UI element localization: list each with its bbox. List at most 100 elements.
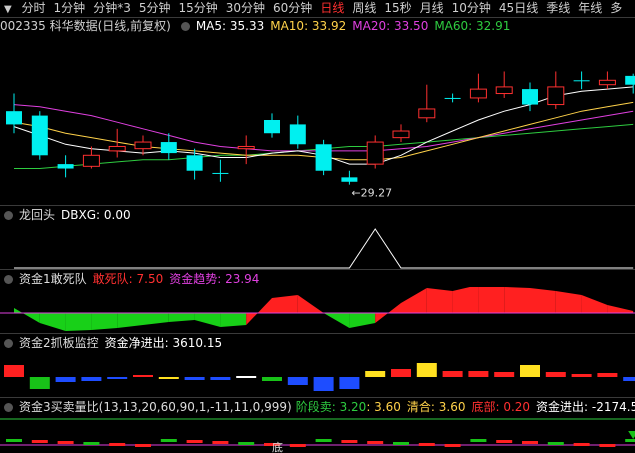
dare-area <box>194 313 221 327</box>
period-tab-5[interactable]: 30分钟 <box>222 0 269 17</box>
candle-body <box>495 86 513 95</box>
candlestick-chart[interactable]: ←29.27 <box>0 35 635 205</box>
monitor-bar <box>107 377 128 379</box>
candle-body <box>469 88 487 99</box>
buysell-bar <box>212 441 229 444</box>
low-annotation: ←29.27 <box>351 187 392 200</box>
candle-body <box>444 97 461 99</box>
buysell-bar <box>367 441 384 444</box>
buysell-bar <box>135 444 151 447</box>
panel-settings-icon[interactable] <box>4 339 13 348</box>
monitor-bar <box>287 377 308 385</box>
monitor-bar <box>545 372 566 377</box>
bottom-label: 底部: 0.20 <box>471 400 531 414</box>
monitor-bar <box>133 375 153 377</box>
clear-label: 清合: 3.60 <box>406 400 466 414</box>
stage-sell-value: : 3.60 <box>366 400 401 414</box>
monitor-bar <box>313 377 334 391</box>
period-tab-3[interactable]: 5分钟 <box>135 0 175 17</box>
monitor-bar <box>55 377 76 382</box>
period-tab-7[interactable]: 日线 <box>316 0 348 17</box>
ma10-label: MA10: 33.92 <box>270 19 347 33</box>
monitor-bar <box>442 371 463 377</box>
dare-chart[interactable] <box>0 287 635 333</box>
stock-title: 002335 科华数据(日线,前复权) <box>0 19 171 33</box>
candle-body <box>573 80 590 82</box>
menu-triangle-icon[interactable]: ▼ <box>4 4 12 15</box>
buysell-title: 资金3买卖量比(13,13,20,60,90,1,-11,11,0,999) <box>19 400 292 414</box>
dare-area <box>504 287 530 313</box>
period-tab-8[interactable]: 周线 <box>348 0 380 17</box>
period-tab-6[interactable]: 60分钟 <box>269 0 316 17</box>
period-tab-0[interactable]: 分时 <box>18 0 50 17</box>
monitor-panel-header: 资金2抓板监控 资金净进出: 3610.15 <box>0 335 635 351</box>
dragon-chart[interactable] <box>0 223 635 269</box>
candle-body <box>522 89 538 105</box>
candle-body <box>625 75 635 85</box>
monitor-bar <box>416 363 437 377</box>
dragon-value: DBXG: 0.00 <box>61 208 131 222</box>
buysell-bar <box>547 442 564 445</box>
dare-area <box>426 288 453 313</box>
monitor-chart[interactable] <box>0 351 635 397</box>
trend-label: 资金趋势: 23.94 <box>169 272 260 286</box>
monitor-value: 资金净进出: 3610.15 <box>104 336 223 350</box>
buysell-bar <box>393 442 409 445</box>
dare-area <box>452 287 479 313</box>
dare-area <box>581 295 608 313</box>
buysell-chart[interactable]: 底 <box>0 415 635 453</box>
period-tab-9[interactable]: 15秒 <box>380 0 415 17</box>
monitor-bar <box>81 377 102 381</box>
monitor-bar <box>494 372 515 377</box>
settings-dot-icon[interactable] <box>180 22 190 31</box>
monitor-bar <box>597 373 618 377</box>
period-tab-11[interactable]: 10分钟 <box>448 0 495 17</box>
main-chart-header: 002335 科华数据(日线,前复权) MA5: 35.33 MA10: 33.92… <box>0 18 635 34</box>
monitor-bar <box>520 365 540 377</box>
monitor-bar <box>623 377 635 381</box>
panel-settings-icon[interactable] <box>4 275 13 284</box>
dare-area <box>220 313 247 327</box>
period-tab-15[interactable]: 多 <box>606 0 626 17</box>
down-arrow-icon <box>628 431 635 439</box>
candle-body <box>6 111 22 125</box>
candle-body <box>82 154 100 167</box>
dare-area <box>555 291 582 313</box>
ma20-label: MA20: 33.50 <box>352 19 429 33</box>
candle-body <box>237 145 255 150</box>
candle-body <box>366 141 384 165</box>
period-tab-2[interactable]: 分钟*3 <box>89 0 135 17</box>
period-tab-14[interactable]: 年线 <box>574 0 606 17</box>
period-tab-10[interactable]: 月线 <box>416 0 448 17</box>
candle-body <box>598 79 616 86</box>
dragon-title: 龙回头 <box>19 208 56 222</box>
buysell-bar <box>31 440 48 443</box>
monitor-bar <box>236 376 257 378</box>
period-tab-13[interactable]: 季线 <box>542 0 574 17</box>
buysell-bar <box>238 442 255 445</box>
buysell-bar <box>289 444 306 447</box>
dare-area <box>272 295 298 313</box>
buysell-bar <box>418 443 435 446</box>
period-tab-1[interactable]: 1分钟 <box>50 0 90 17</box>
panel-settings-icon[interactable] <box>4 403 13 412</box>
buysell-bar <box>573 443 590 446</box>
buysell-bar <box>522 441 538 444</box>
buysell-bar <box>496 440 513 443</box>
monitor-bar <box>468 371 489 377</box>
monitor-bar <box>210 377 231 380</box>
dare-area <box>607 305 634 313</box>
dare-panel-header: 资金1敢死队 敢死队: 7.50 资金趋势: 23.94 <box>0 271 635 287</box>
candle-body <box>108 145 126 152</box>
buysell-bar <box>444 444 461 447</box>
period-tab-4[interactable]: 15分钟 <box>174 0 221 17</box>
panel-settings-icon[interactable] <box>4 211 13 220</box>
period-tab-12[interactable]: 45日线 <box>495 0 542 17</box>
candle-body <box>392 130 410 139</box>
monitor-bar <box>158 377 179 379</box>
monitor-title: 资金2抓板监控 <box>19 336 99 350</box>
buysell-bar <box>625 439 635 442</box>
dare-area <box>530 288 556 313</box>
flow-label: 资金进出: -2174.58 <box>536 400 635 414</box>
stage-sell-label: 阶段卖: 3.20 <box>295 400 367 414</box>
